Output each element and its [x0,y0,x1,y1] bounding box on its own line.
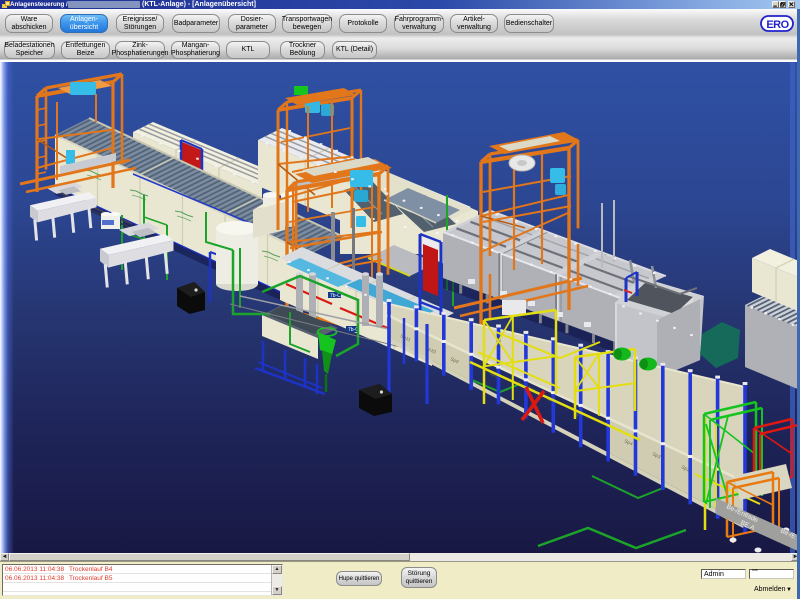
svg-text:7b-C: 7b-C [330,293,341,299]
svg-text:ERO: ERO [766,19,789,31]
